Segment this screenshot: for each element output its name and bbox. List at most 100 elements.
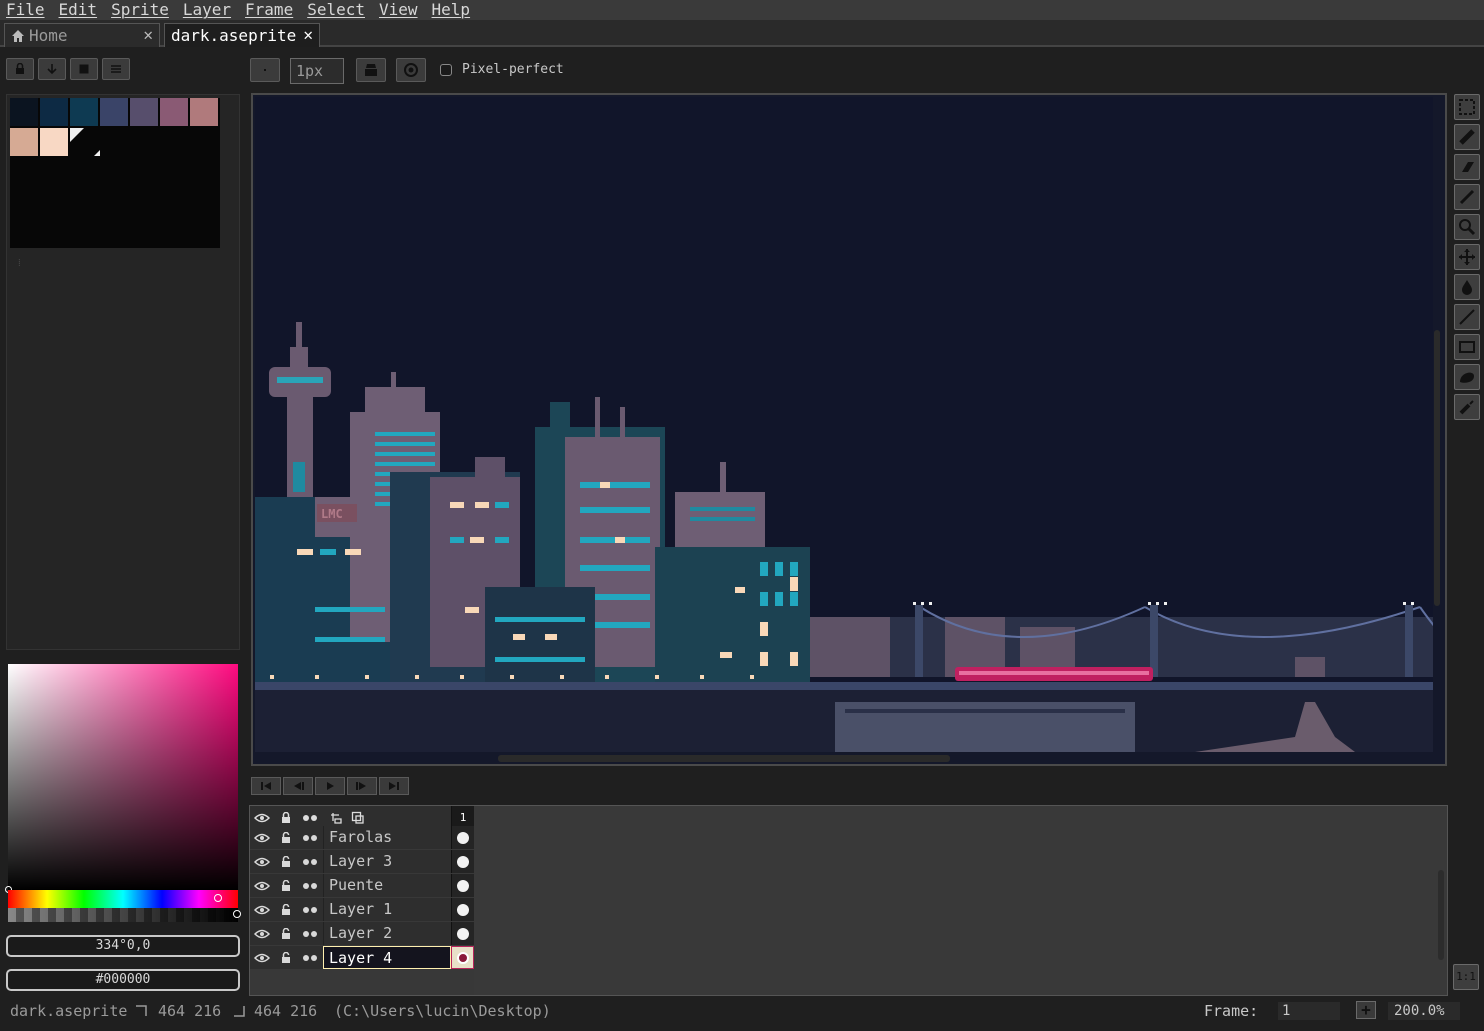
- timeline-vertical-scrollbar[interactable]: [1438, 870, 1444, 960]
- close-icon[interactable]: ✕: [143, 25, 153, 44]
- hue-cursor[interactable]: [214, 894, 222, 902]
- blur-tool-icon[interactable]: [1454, 394, 1480, 420]
- layer-row[interactable]: Puente: [250, 874, 474, 897]
- lock-icon[interactable]: [6, 58, 34, 80]
- lock-icon[interactable]: [274, 898, 298, 921]
- palette-swatch[interactable]: [40, 128, 68, 156]
- hsv-field[interactable]: 334°0,0: [6, 935, 240, 957]
- lock-icon[interactable]: [274, 874, 298, 897]
- arrow-down-icon[interactable]: [38, 58, 66, 80]
- eraser-tool-icon[interactable]: [1454, 154, 1480, 180]
- menu-view[interactable]: View: [373, 0, 426, 20]
- lock-icon[interactable]: [274, 826, 298, 849]
- zoom-tool-icon[interactable]: [1454, 214, 1480, 240]
- continuous-icon[interactable]: [298, 946, 322, 969]
- palette-resize-grip-icon[interactable]: ⁞: [18, 258, 28, 270]
- menu-frame[interactable]: Frame: [239, 0, 301, 20]
- sprite-canvas[interactable]: LMC: [255, 97, 1433, 752]
- layer-cel[interactable]: [451, 874, 474, 897]
- layer-name[interactable]: Puente: [323, 874, 451, 897]
- palette-swatch[interactable]: [190, 98, 218, 126]
- layer-row[interactable]: Layer 1: [250, 898, 474, 921]
- hex-color-field[interactable]: #000000: [6, 969, 240, 991]
- eye-icon[interactable]: [250, 946, 274, 969]
- pixel-perfect-checkbox[interactable]: [440, 64, 452, 76]
- menu-lines-icon[interactable]: [102, 58, 130, 80]
- lock-icon[interactable]: [274, 922, 298, 945]
- brush-type-button[interactable]: [250, 58, 280, 82]
- layer-name[interactable]: Layer 4: [323, 946, 451, 969]
- lock-icon[interactable]: [274, 946, 298, 969]
- marquee-tool-icon[interactable]: [1454, 94, 1480, 120]
- last-frame-button[interactable]: [379, 777, 409, 795]
- menu-help[interactable]: Help: [426, 0, 479, 20]
- layer-name[interactable]: Farolas: [323, 826, 451, 849]
- add-frame-button[interactable]: +: [1356, 1001, 1376, 1019]
- timeline-zoom-fit-button[interactable]: 1:1: [1453, 964, 1479, 990]
- menu-sprite[interactable]: Sprite: [105, 0, 177, 20]
- opacity-icon[interactable]: [396, 58, 426, 82]
- layer-name[interactable]: Layer 3: [323, 850, 451, 873]
- next-frame-button[interactable]: [347, 777, 377, 795]
- palette-swatch[interactable]: [100, 98, 128, 126]
- palette-swatch[interactable]: [10, 98, 38, 126]
- tab-dark-aseprite[interactable]: dark.aseprite ✕: [164, 23, 320, 47]
- previous-frame-button[interactable]: [283, 777, 313, 795]
- continuous-icon[interactable]: [298, 898, 322, 921]
- layer-row[interactable]: Farolas: [250, 826, 474, 849]
- paint-bucket-tool-icon[interactable]: [1454, 274, 1480, 300]
- lasso-tool-icon[interactable]: [1454, 124, 1480, 150]
- move-tool-icon[interactable]: [1454, 244, 1480, 270]
- layer-name[interactable]: Layer 2: [323, 922, 451, 945]
- layer-cel[interactable]: [451, 946, 474, 969]
- layer-cel[interactable]: [451, 826, 474, 849]
- eye-icon[interactable]: [250, 874, 274, 897]
- layer-cel[interactable]: [451, 850, 474, 873]
- save-icon[interactable]: [70, 58, 98, 80]
- pencil-tool-icon[interactable]: [1454, 184, 1480, 210]
- canvas-horizontal-scrollbar[interactable]: [498, 755, 950, 762]
- layer-cel[interactable]: [451, 922, 474, 945]
- menu-layer[interactable]: Layer: [177, 0, 239, 20]
- canvas-vertical-scrollbar[interactable]: [1434, 330, 1440, 606]
- first-frame-button[interactable]: [251, 777, 281, 795]
- eye-icon[interactable]: [250, 922, 274, 945]
- rectangle-tool-icon[interactable]: [1454, 334, 1480, 360]
- menu-select[interactable]: Select: [301, 0, 373, 20]
- frame-input[interactable]: 1: [1278, 1002, 1340, 1020]
- continuous-icon[interactable]: [298, 922, 322, 945]
- layer-row[interactable]: Layer 4: [250, 946, 474, 969]
- tab-home[interactable]: Home ✕: [4, 23, 160, 47]
- continuous-icon[interactable]: [298, 850, 322, 873]
- saturation-value-picker[interactable]: [8, 664, 238, 890]
- menu-edit[interactable]: Edit: [53, 0, 106, 20]
- close-icon[interactable]: ✕: [303, 25, 313, 44]
- contour-tool-icon[interactable]: [1454, 364, 1480, 390]
- ink-type-icon[interactable]: [356, 58, 386, 82]
- layer-row[interactable]: Layer 3: [250, 850, 474, 873]
- canvas-viewport[interactable]: LMC: [251, 93, 1447, 766]
- eye-icon[interactable]: [250, 826, 274, 849]
- layer-cel[interactable]: [451, 898, 474, 921]
- eye-icon[interactable]: [250, 850, 274, 873]
- brush-size-field[interactable]: 1px: [290, 58, 344, 84]
- lock-icon[interactable]: [274, 850, 298, 873]
- layer-row[interactable]: Layer 2: [250, 922, 474, 945]
- line-tool-icon[interactable]: [1454, 304, 1480, 330]
- layer-name[interactable]: Layer 1: [323, 898, 451, 921]
- palette-swatch[interactable]: [40, 98, 68, 126]
- menu-file[interactable]: File: [0, 0, 53, 20]
- alpha-slider[interactable]: [8, 908, 238, 922]
- timeline-cels-area[interactable]: [474, 806, 1447, 995]
- continuous-icon[interactable]: [298, 874, 322, 897]
- continuous-icon[interactable]: [298, 826, 322, 849]
- alpha-cursor[interactable]: [233, 910, 241, 918]
- eye-icon[interactable]: [250, 898, 274, 921]
- palette-swatch[interactable]: [130, 98, 158, 126]
- palette-swatch[interactable]: [70, 98, 98, 126]
- hue-slider[interactable]: [8, 890, 238, 908]
- frame-header-1[interactable]: 1: [451, 806, 474, 828]
- palette-swatch[interactable]: [160, 98, 188, 126]
- zoom-input[interactable]: 200.0%: [1388, 1002, 1460, 1020]
- palette-swatch[interactable]: [10, 128, 38, 156]
